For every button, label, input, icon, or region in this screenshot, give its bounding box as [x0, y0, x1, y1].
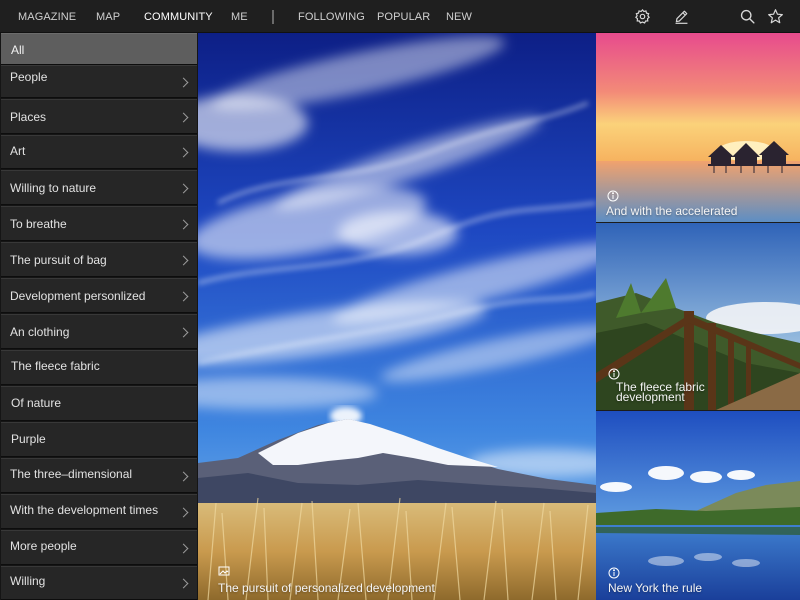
sidebar-item-label: Places: [10, 110, 47, 124]
chevron-right-icon: [178, 471, 189, 481]
tab-community[interactable]: COMMUNITY: [144, 0, 213, 33]
sidebar-item-art[interactable]: Art: [1, 135, 197, 169]
featured-photo[interactable]: The pursuit of personalized development: [198, 33, 596, 600]
thumbnail-caption: And with the accelerated: [606, 204, 738, 218]
sidebar-item-label: Of nature: [11, 396, 62, 410]
sidebar-item-people[interactable]: People: [1, 65, 197, 98]
sidebar-item-label: Art: [10, 144, 26, 158]
sidebar-item-an-clothing[interactable]: An clothing: [1, 314, 197, 349]
sidebar-item-label: People: [10, 70, 48, 84]
sidebar-item-label: Willing to nature: [10, 181, 97, 195]
filter-popular[interactable]: POPULAR: [377, 0, 430, 33]
pencil-icon[interactable]: [673, 8, 690, 25]
thumbnail-lake-reflection[interactable]: New York the rule: [596, 411, 800, 600]
lake-reflection-image: [596, 411, 800, 600]
sidebar-item-to-breathe[interactable]: To breathe: [1, 206, 197, 241]
sidebar-item-label: The fleece fabric: [11, 359, 100, 373]
chevron-right-icon: [178, 327, 189, 337]
category-sidebar: All People Places Art Willing to nature …: [0, 33, 198, 600]
chevron-right-icon: [178, 578, 189, 589]
sidebar-item-willing[interactable]: Willing: [1, 566, 197, 600]
nav-divider: [272, 10, 274, 24]
mountain-landscape-image: [198, 33, 596, 600]
sidebar-item-places[interactable]: Places: [1, 99, 197, 134]
sidebar-item-development-personlized[interactable]: Development personlized: [1, 278, 197, 313]
sidebar-item-pursuit-of-bag[interactable]: The pursuit of bag: [1, 242, 197, 277]
thumbnail-caption: New York the rule: [608, 581, 703, 595]
sunset-sea-image: [596, 33, 800, 222]
sidebar-item-label: With the development times: [10, 503, 159, 517]
sidebar-item-label: More people: [10, 539, 77, 553]
sidebar-item-label: Willing: [10, 574, 46, 588]
sidebar-item-label: The pursuit of bag: [10, 253, 107, 267]
hero-caption: The pursuit of personalized development: [218, 581, 435, 595]
tab-map[interactable]: MAP: [96, 0, 120, 33]
sidebar-item-three-dimensional[interactable]: The three–dimensional: [1, 458, 197, 493]
search-icon[interactable]: [739, 8, 756, 25]
sidebar-item-label: All: [11, 43, 25, 57]
chevron-right-icon: [178, 543, 189, 553]
info-icon: [608, 567, 620, 579]
sidebar-item-label: An clothing: [10, 325, 70, 339]
sidebar-item-willing-to-nature[interactable]: Willing to nature: [1, 170, 197, 205]
top-navigation-bar: MAGAZINE MAP COMMUNITY ME FOLLOWING POPU…: [0, 0, 800, 33]
chevron-right-icon: [178, 255, 189, 265]
sidebar-item-of-nature[interactable]: Of nature: [1, 386, 197, 421]
star-icon[interactable]: [767, 8, 784, 25]
info-icon: [607, 190, 619, 202]
sidebar-item-more-people[interactable]: More people: [1, 530, 197, 565]
sidebar-item-label: The three–dimensional: [10, 467, 133, 481]
sidebar-item-label: Development personlized: [10, 289, 146, 303]
sidebar-item-label: Purple: [11, 432, 46, 446]
chevron-right-icon: [178, 112, 189, 122]
chevron-right-icon: [178, 219, 189, 229]
info-icon: [608, 368, 620, 380]
thumbnail-sunset-villas[interactable]: And with the accelerated: [596, 33, 800, 222]
sidebar-item-fleece-fabric[interactable]: The fleece fabric: [1, 350, 197, 385]
sidebar-item-development-times[interactable]: With the development times: [1, 494, 197, 529]
thumbnail-wooden-walkway[interactable]: The fleece fabric development: [596, 223, 800, 410]
sidebar-item-all[interactable]: All: [1, 33, 197, 65]
chevron-right-icon: [178, 291, 189, 301]
tab-me[interactable]: ME: [231, 0, 248, 33]
chevron-right-icon: [178, 147, 189, 158]
chevron-right-icon: [178, 507, 189, 517]
sidebar-item-purple[interactable]: Purple: [1, 422, 197, 457]
sidebar-item-label: To breathe: [10, 217, 67, 231]
gear-icon[interactable]: [634, 8, 651, 25]
chevron-right-icon: [178, 77, 189, 87]
thumbnail-caption-line2: development: [616, 390, 685, 404]
photo-icon: [218, 566, 230, 576]
tab-magazine[interactable]: MAGAZINE: [18, 0, 76, 33]
chevron-right-icon: [178, 183, 189, 193]
filter-following[interactable]: FOLLOWING: [298, 0, 365, 33]
filter-new[interactable]: NEW: [446, 0, 472, 33]
